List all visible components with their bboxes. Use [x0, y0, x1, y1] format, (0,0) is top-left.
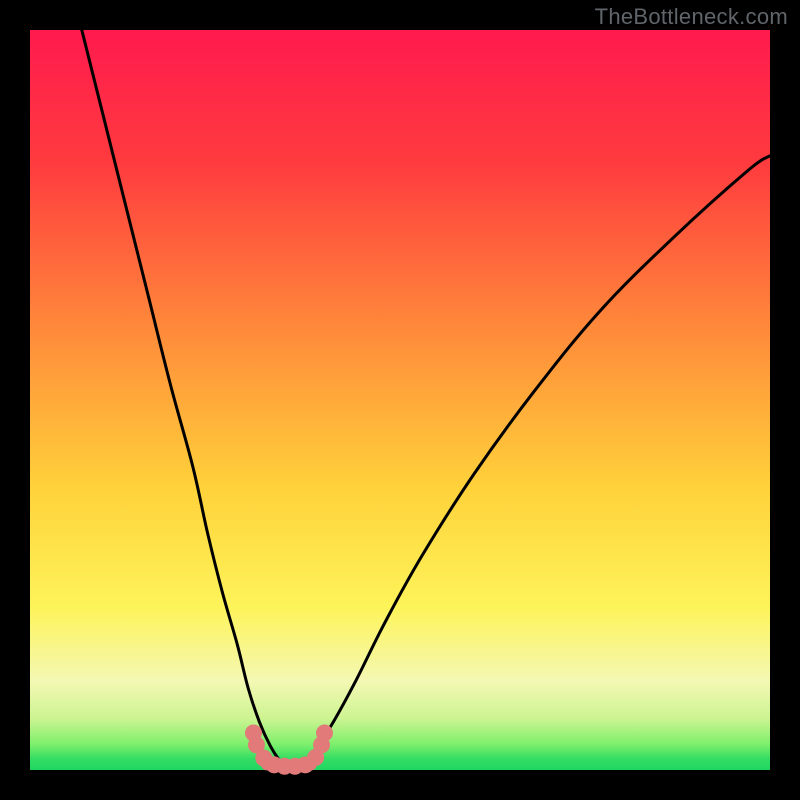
attribution-label: TheBottleneck.com — [595, 4, 788, 30]
data-marker — [316, 725, 333, 742]
gradient-plot-area — [30, 30, 770, 770]
bottleneck-chart — [0, 0, 800, 800]
chart-frame: { "attribution": "TheBottleneck.com", "c… — [0, 0, 800, 800]
